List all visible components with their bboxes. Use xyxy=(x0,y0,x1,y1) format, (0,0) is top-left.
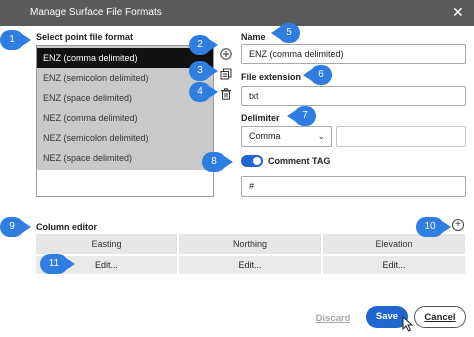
comment-tag-input[interactable]: # xyxy=(241,176,466,197)
callout-10: 10 xyxy=(416,217,451,237)
format-item-nez-comma[interactable]: NEZ (comma delimited) xyxy=(37,108,213,128)
comment-tag-label: Comment TAG xyxy=(268,156,331,166)
callout-1: 1 xyxy=(0,30,31,50)
format-item-enz-semicolon[interactable]: ENZ (semicolon delimited) xyxy=(37,68,213,88)
format-list[interactable]: ENZ (comma delimited) ENZ (semicolon del… xyxy=(36,45,214,197)
window-title: Manage Surface File Formats xyxy=(30,7,162,18)
format-item-enz-space[interactable]: ENZ (space delimited) xyxy=(37,88,213,108)
edit-elevation-button[interactable]: Edit... xyxy=(323,256,466,274)
delete-icon[interactable] xyxy=(219,87,233,101)
edit-northing-button[interactable]: Edit... xyxy=(179,256,322,274)
callout-11: 11 xyxy=(40,254,75,274)
delimiter-select[interactable]: Comma ⌄ xyxy=(241,126,332,147)
custom-delimiter-input[interactable] xyxy=(336,126,466,147)
copy-icon[interactable] xyxy=(219,67,233,81)
add-icon[interactable] xyxy=(219,47,233,61)
format-item-enz-comma[interactable]: ENZ (comma delimited) xyxy=(37,48,213,68)
discard-button[interactable]: Discard xyxy=(305,308,361,330)
cancel-button[interactable]: Cancel xyxy=(414,306,466,328)
file-extension-input[interactable]: txt xyxy=(241,86,466,106)
mouse-cursor-icon xyxy=(402,316,414,332)
callout-6: 6 xyxy=(303,65,332,85)
callout-7: 7 xyxy=(287,106,316,126)
name-label: Name xyxy=(241,32,266,42)
comment-tag-toggle[interactable] xyxy=(241,155,263,167)
format-item-nez-space[interactable]: NEZ (space delimited) xyxy=(37,148,213,168)
callout-2: 2 xyxy=(189,35,218,55)
callout-8: 8 xyxy=(202,152,233,172)
callout-4: 4 xyxy=(189,82,218,102)
callout-5: 5 xyxy=(271,23,300,43)
column-header-easting: Easting xyxy=(36,234,178,254)
close-icon[interactable]: ✕ xyxy=(452,4,464,21)
callout-3: 3 xyxy=(189,61,218,81)
delimiter-label: Delimiter xyxy=(241,113,280,123)
column-header-northing: Northing xyxy=(179,234,322,254)
column-editor-label: Column editor xyxy=(36,222,97,232)
format-item-nez-semicolon[interactable]: NEZ (semicolon delimited) xyxy=(37,128,213,148)
format-list-label: Select point file format xyxy=(36,32,134,42)
callout-9: 9 xyxy=(0,217,31,237)
file-extension-label: File extension xyxy=(241,72,302,82)
chevron-down-icon: ⌄ xyxy=(317,131,325,141)
name-input[interactable]: ENZ (comma delimited) xyxy=(241,44,466,64)
toggle-knob xyxy=(253,157,261,165)
delimiter-value: Comma xyxy=(249,131,281,141)
add-column-icon[interactable]: + xyxy=(452,219,464,231)
cancel-label: Cancel xyxy=(424,312,456,323)
title-bar: Manage Surface File Formats ✕ xyxy=(0,0,474,26)
column-header-elevation: Elevation xyxy=(323,234,466,254)
